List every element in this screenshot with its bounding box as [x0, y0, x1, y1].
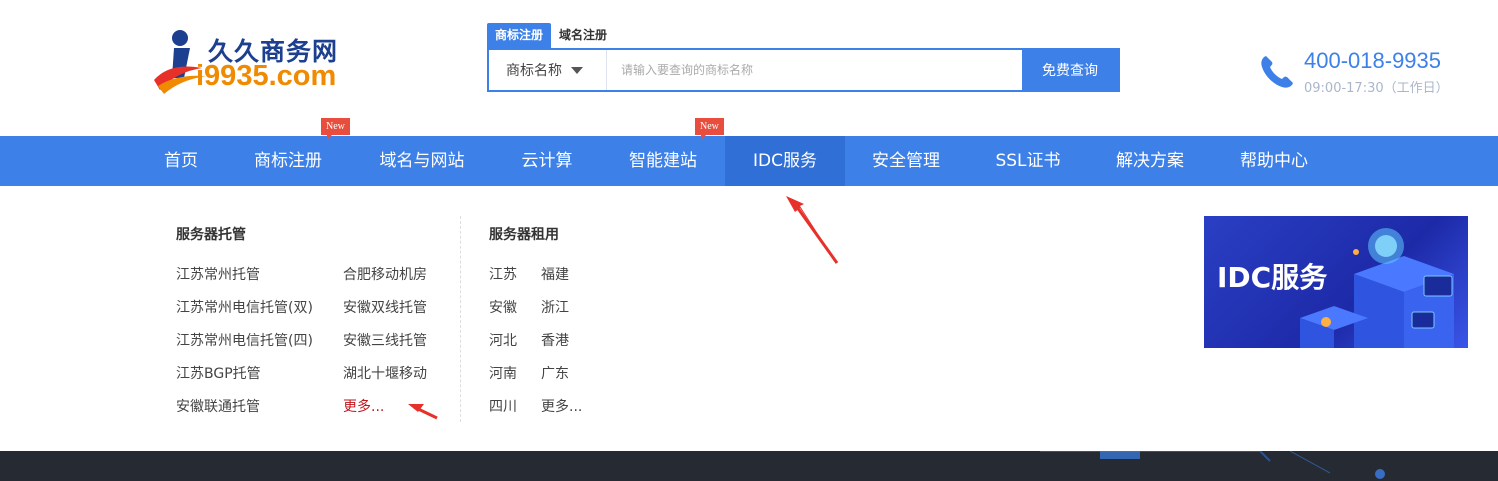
search-type-value: 商标名称 [506, 63, 562, 79]
menu-divider [460, 216, 461, 422]
nav-home[interactable]: 首页 [150, 136, 212, 186]
menu-link[interactable]: 河北 [489, 330, 517, 350]
arrow-to-more-link-icon [408, 404, 438, 420]
menu-link[interactable]: 安徽三线托管 [343, 330, 427, 350]
new-badge: New [321, 118, 350, 140]
nav-idc-services[interactable]: IDC服务 [725, 136, 845, 186]
page: 久久商务网 i9935.com 商标注册 域名注册 商标名称 免费查询 400-… [0, 0, 1498, 481]
idc-banner[interactable]: IDC服务 [1204, 216, 1468, 348]
menu-link[interactable]: 安徽双线托管 [343, 297, 427, 317]
menu-link[interactable]: 四川 [489, 396, 517, 416]
nav-ssl-certificate[interactable]: SSL证书 [984, 136, 1072, 186]
nav-label: 智能建站 [629, 151, 697, 171]
nav-label: 商标注册 [254, 151, 322, 171]
free-search-button[interactable]: 免费查询 [1022, 50, 1118, 90]
server-rental-title: 服务器租用 [489, 227, 559, 243]
new-badge: New [695, 118, 724, 140]
nav-trademark-registration[interactable]: 商标注册 New [240, 118, 350, 186]
menu-link[interactable]: 安徽联通托管 [176, 396, 260, 416]
nav-help-center[interactable]: 帮助中心 [1226, 136, 1322, 186]
arrow-to-idc-nav-icon [786, 196, 839, 264]
menu-link[interactable]: 江苏常州托管 [176, 264, 260, 284]
rental-more-link[interactable]: 更多... [541, 396, 582, 416]
menu-link[interactable]: 江苏 [489, 264, 517, 284]
menu-link[interactable]: 江苏常州电信托管(双) [176, 297, 313, 317]
menu-link[interactable]: 江苏BGP托管 [176, 363, 261, 383]
menu-link[interactable]: 江苏常州电信托管(四) [176, 330, 313, 350]
site-logo[interactable]: 久久商务网 i9935.com [150, 28, 360, 98]
menu-link[interactable]: 安徽 [489, 297, 517, 317]
menu-link[interactable]: 合肥移动机房 [343, 264, 427, 284]
phone-number[interactable]: 400-018-9935 [1304, 48, 1441, 74]
nav-smart-site-builder[interactable]: 智能建站 New [615, 118, 724, 186]
search-type-select[interactable]: 商标名称 [489, 50, 607, 90]
menu-link[interactable]: 福建 [541, 264, 569, 284]
phone-icon [1261, 56, 1293, 88]
server-hosting-title: 服务器托管 [176, 227, 246, 243]
nav-solutions[interactable]: 解决方案 [1102, 136, 1198, 186]
banner-title: IDC服务 [1217, 261, 1328, 294]
tab-trademark-registration[interactable]: 商标注册 [487, 23, 552, 48]
menu-link[interactable]: 广东 [541, 363, 569, 383]
tech-pattern-icon [1040, 451, 1385, 479]
main-nav: 首页 商标注册 New 域名与网站 云计算 智能建站 New IDC服务 安全管… [0, 118, 1498, 186]
menu-link[interactable]: 湖北十堰移动 [343, 363, 427, 383]
menu-link[interactable]: 浙江 [541, 297, 569, 317]
menu-link[interactable]: 香港 [541, 330, 569, 350]
nav-domain-website[interactable]: 域名与网站 [365, 136, 479, 186]
service-hours: 09:00-17:30（工作日） [1304, 81, 1449, 96]
tab-domain-registration[interactable]: 域名注册 [551, 23, 615, 48]
logo-text-en: i9935.com [196, 60, 337, 92]
menu-link[interactable]: 河南 [489, 363, 517, 383]
hosting-more-link[interactable]: 更多... [343, 396, 384, 416]
search-tabs: 商标注册 域名注册 [487, 23, 615, 49]
search-input[interactable] [607, 50, 1022, 90]
nav-cloud-computing[interactable]: 云计算 [508, 136, 586, 186]
hero-banner-strip [0, 451, 1498, 481]
nav-security-management[interactable]: 安全管理 [858, 136, 954, 186]
chevron-down-icon [571, 66, 583, 74]
search-box: 商标名称 免费查询 [487, 48, 1120, 92]
